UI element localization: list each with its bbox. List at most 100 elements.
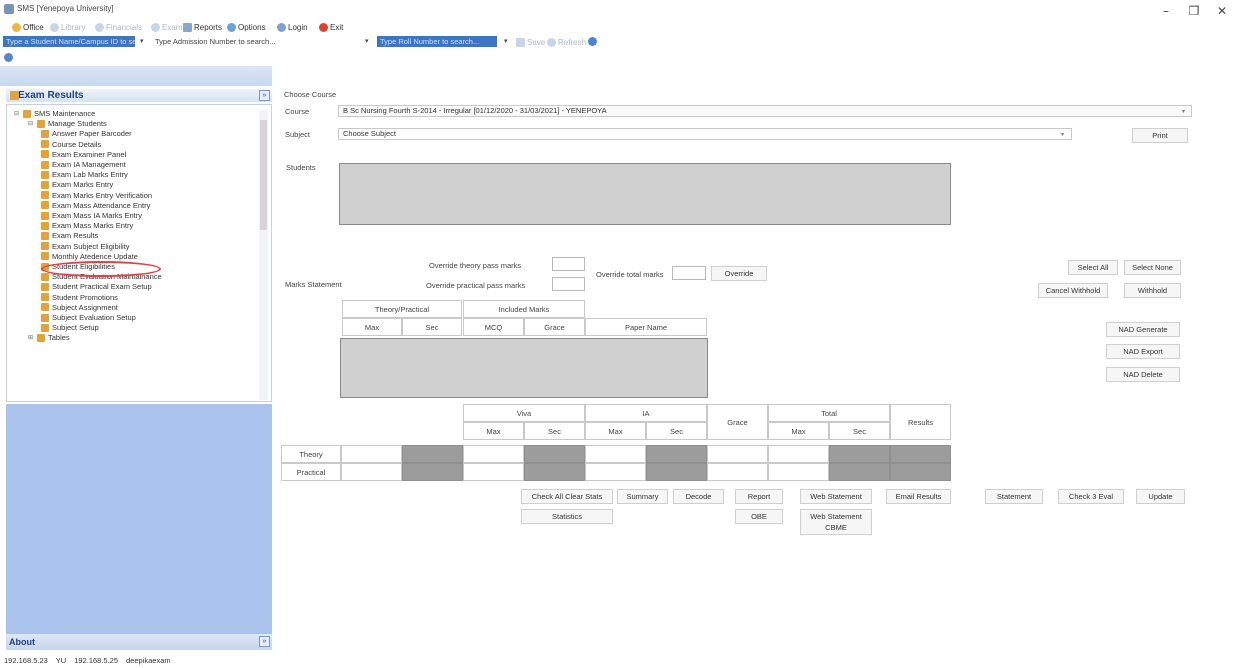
grid-cell[interactable] <box>707 445 768 463</box>
roll-dropdown-arrow[interactable]: ▾ <box>504 37 508 45</box>
app-icon <box>4 4 14 14</box>
select-all-button[interactable]: Select All <box>1068 260 1118 275</box>
statement-button[interactable]: Statement <box>985 489 1043 504</box>
students-list[interactable] <box>339 163 951 225</box>
tree-item[interactable]: Exam Mass Marks Entry <box>41 221 133 230</box>
override-total-input[interactable] <box>672 266 706 280</box>
close-button[interactable]: ✕ <box>1208 2 1236 20</box>
grid-cell[interactable] <box>585 445 646 463</box>
tree-item[interactable]: Exam IA Management <box>41 160 126 169</box>
menu-office[interactable]: Office <box>12 21 44 33</box>
grid-cell[interactable] <box>463 445 524 463</box>
subject-dropdown[interactable]: Choose Subject <box>338 128 1072 140</box>
email-results-button[interactable]: Email Results <box>886 489 951 504</box>
header-included-marks: Included Marks <box>463 300 585 318</box>
panel-collapse-button[interactable]: » <box>259 90 270 101</box>
grid-cell[interactable] <box>341 445 402 463</box>
menu-login[interactable]: Login <box>277 21 308 33</box>
tree-item[interactable]: Monthly Atedence Update <box>41 252 138 261</box>
grid-cell[interactable] <box>585 463 646 481</box>
tree-item[interactable]: Answer Paper Barcoder <box>41 129 132 138</box>
cancel-withhold-button[interactable]: Cancel Withhold <box>1038 283 1108 298</box>
admission-dropdown-arrow[interactable]: ▾ <box>365 37 369 45</box>
save-button[interactable]: Save <box>516 36 545 48</box>
folder-icon <box>41 323 49 332</box>
tree-item[interactable]: Exam Lab Marks Entry <box>41 170 128 179</box>
select-none-button[interactable]: Select None <box>1124 260 1181 275</box>
tree-item[interactable]: Exam Marks Entry Verification <box>41 191 152 200</box>
highlight-annotation <box>41 261 161 277</box>
subject-dropdown-arrow[interactable]: ▾ <box>1061 131 1064 138</box>
grid-cell[interactable] <box>768 445 829 463</box>
help-icon[interactable] <box>588 37 597 46</box>
check-3-eval-button[interactable]: Check 3 Eval <box>1058 489 1124 504</box>
update-button[interactable]: Update <box>1136 489 1185 504</box>
report-button[interactable]: Report <box>735 489 783 504</box>
tree-item[interactable]: Subject Evaluation Setup <box>41 313 136 322</box>
nad-delete-button[interactable]: NAD Delete <box>1106 367 1180 382</box>
withhold-button[interactable]: Withhold <box>1124 283 1181 298</box>
tree-item[interactable]: Exam Mass IA Marks Entry <box>41 211 142 220</box>
financials-icon <box>95 22 104 32</box>
statistics-button[interactable]: Statistics <box>521 509 613 524</box>
web-statement-button[interactable]: Web Statement <box>800 489 872 504</box>
grid-cell[interactable] <box>707 463 768 481</box>
menu-financials[interactable]: Financials <box>95 21 142 33</box>
folder-icon <box>37 119 45 128</box>
grid-cell[interactable] <box>341 463 402 481</box>
menu-library[interactable]: Library <box>50 21 85 33</box>
tree-item[interactable]: Exam Examiner Panel <box>41 150 126 159</box>
maximize-button[interactable]: ❐ <box>1180 2 1208 20</box>
about-bar[interactable]: About <box>6 634 272 650</box>
refresh-button[interactable]: Refresh <box>547 36 586 48</box>
tree-item[interactable]: Exam Mass Attendance Entry <box>41 201 150 210</box>
expand-node-icon[interactable]: ⊞ <box>27 334 34 341</box>
tree-item[interactable]: Subject Assignment <box>41 303 118 312</box>
summary-button[interactable]: Summary <box>617 489 668 504</box>
menu-exam[interactable]: Exam <box>151 21 182 33</box>
collapse-node-icon[interactable]: ⊟ <box>27 120 34 127</box>
menu-exit[interactable]: Exit <box>319 21 343 33</box>
override-button[interactable]: Override <box>711 266 767 281</box>
marks-statement-list[interactable] <box>340 338 708 398</box>
tree-item[interactable]: ⊟ Manage Students <box>27 119 107 128</box>
collapse-node-icon[interactable]: ⊟ <box>13 110 20 117</box>
check-all-clear-stats-button[interactable]: Check All Clear Stats <box>521 489 613 504</box>
menu-options[interactable]: Options <box>227 21 266 33</box>
tree-item[interactable]: ⊞ Tables <box>27 333 70 342</box>
grid-cell <box>402 445 463 463</box>
override-theory-input[interactable] <box>552 257 585 271</box>
folder-icon <box>41 293 49 302</box>
tree-item[interactable]: Course Details <box>41 140 101 149</box>
print-button[interactable]: Print <box>1132 128 1188 143</box>
search-dropdown-arrow[interactable]: ▾ <box>140 37 144 45</box>
tree-item[interactable]: Subject Setup <box>41 323 99 332</box>
about-collapse-button[interactable]: » <box>259 636 270 647</box>
nad-generate-button[interactable]: NAD Generate <box>1106 322 1180 337</box>
tree-item-label: Exam Mass Marks Entry <box>52 221 134 231</box>
decode-button[interactable]: Decode <box>673 489 724 504</box>
nad-export-button[interactable]: NAD Export <box>1106 344 1180 359</box>
folder-icon <box>41 282 49 291</box>
grid-cell[interactable] <box>768 463 829 481</box>
tree-scrollbar-thumb[interactable] <box>260 120 267 230</box>
student-search-input[interactable]: Type a Student Name/Campus ID to search.… <box>3 36 135 47</box>
override-practical-input[interactable] <box>552 277 585 291</box>
tree-item[interactable]: Exam Marks Entry <box>41 180 113 189</box>
folder-icon <box>41 221 49 230</box>
tree-item[interactable]: Student Practical Exam Setup <box>41 282 152 291</box>
course-dropdown-arrow[interactable]: ▾ <box>1182 108 1185 115</box>
tree-item[interactable]: ⊟ SMS Maintenance <box>13 109 95 118</box>
roll-search-input[interactable]: Type Roll Number to search... <box>377 36 497 47</box>
course-dropdown[interactable]: B Sc Nursing Fourth S-2014 - Irregular [… <box>338 105 1192 117</box>
tree-item[interactable]: Student Promotions <box>41 293 118 302</box>
tree-item[interactable]: Exam Subject Eligibility <box>41 242 130 251</box>
minimize-button[interactable]: – <box>1152 2 1180 20</box>
obe-button[interactable]: OBE <box>735 509 783 524</box>
web-statement-cbme-button[interactable]: Web Statement CBME <box>800 509 872 535</box>
grid-cell[interactable] <box>463 463 524 481</box>
menu-reports[interactable]: Reports <box>183 21 222 33</box>
folder-icon <box>41 191 49 200</box>
admission-search-input[interactable]: Type Admission Number to search... <box>152 36 358 47</box>
tree-item[interactable]: Exam Results <box>41 231 98 240</box>
